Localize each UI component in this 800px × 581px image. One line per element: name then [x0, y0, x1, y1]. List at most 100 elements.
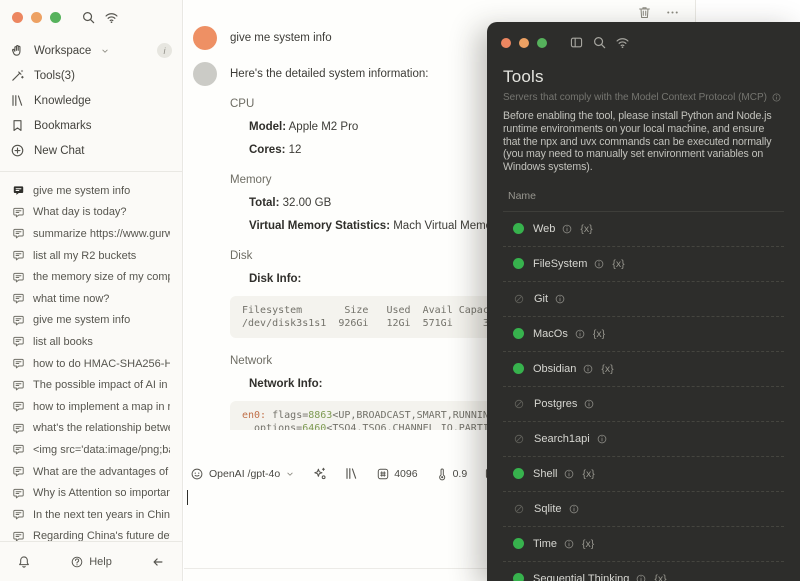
schema-badge: {x} [654, 572, 667, 581]
tool-row[interactable]: Obsidian {x} [503, 352, 784, 387]
chat-history-label: The possible impact of AI in edu... [33, 379, 170, 392]
collapse-sidebar-icon[interactable] [151, 555, 165, 569]
disabled-status-icon [513, 433, 525, 445]
tool-row[interactable]: Search1api [503, 422, 784, 457]
tool-row[interactable]: Postgres [503, 387, 784, 422]
info-icon[interactable] [561, 223, 573, 235]
tools-panel-title: Tools [503, 67, 544, 86]
tools-toggle-button[interactable] [312, 466, 327, 481]
panel-traffic-light-minimize[interactable] [519, 37, 529, 48]
sparkle-icon [312, 466, 327, 481]
model-label: OpenAI /gpt-4o [209, 467, 281, 480]
info-icon[interactable] [563, 468, 575, 480]
model-provider-icon [190, 467, 204, 481]
chat-bubble-icon [12, 314, 25, 327]
info-icon[interactable] [593, 258, 605, 270]
panel-traffic-light-zoom[interactable] [537, 37, 547, 48]
sidebar-item-bookmarks[interactable]: Bookmarks [10, 113, 172, 138]
schema-badge: {x} [580, 222, 593, 235]
info-icon[interactable] [554, 293, 566, 305]
chat-history-item[interactable]: The possible impact of AI in edu... [8, 374, 174, 396]
search-icon[interactable] [81, 10, 96, 25]
chat-bubble-icon [12, 206, 25, 219]
sidebar-item-knowledge[interactable]: Knowledge [10, 88, 172, 113]
tool-row[interactable]: Sequential Thinking {x} [503, 562, 784, 581]
sidebar: Workspace i Tools(3) Knowledge Bookmarks… [0, 0, 183, 581]
panel-search-icon[interactable] [592, 35, 607, 50]
chat-history-item[interactable]: What are the advantages of usi... [8, 461, 174, 483]
info-icon[interactable] [563, 538, 575, 550]
sidebar-item-new-chat[interactable]: New Chat [10, 138, 172, 163]
tool-name: Shell [533, 467, 558, 480]
traffic-light-minimize[interactable] [31, 11, 42, 23]
max-tokens-control[interactable]: 4096 [376, 467, 418, 481]
tool-row[interactable]: Time {x} [503, 527, 784, 562]
chat-history-item[interactable]: Why is Attention so important i... [8, 482, 174, 504]
tool-name: MacOs [533, 327, 568, 340]
sidebar-item-workspace[interactable]: Workspace i [10, 38, 172, 63]
tool-name: FileSystem [533, 257, 588, 270]
chat-history-label: list all books [33, 335, 93, 348]
library-icon [344, 466, 359, 481]
chat-history-label: summarize https://www.gurwi... [33, 227, 170, 240]
chat-bubble-icon [12, 508, 25, 521]
tool-row[interactable]: Shell {x} [503, 457, 784, 492]
chat-bubble-icon [12, 379, 25, 392]
info-icon[interactable] [771, 92, 782, 103]
chat-history-item[interactable]: give me system info [8, 180, 174, 202]
tool-row[interactable]: Sqlite [503, 492, 784, 527]
schema-badge: {x} [601, 362, 614, 375]
chat-history-item[interactable]: how to implement a map in rust? [8, 396, 174, 418]
chat-history-item[interactable]: the memory size of my computer [8, 266, 174, 288]
wifi-icon[interactable] [104, 10, 119, 25]
chat-history-label: Why is Attention so important i... [33, 487, 170, 500]
schema-badge: {x} [582, 537, 595, 550]
chat-history-item[interactable]: In the next ten years in China, w... [8, 504, 174, 526]
tool-row[interactable]: FileSystem {x} [503, 247, 784, 282]
traffic-light-close[interactable] [12, 11, 23, 23]
nav-item-label: Tools(3) [34, 69, 75, 82]
sidebar-toggle-icon[interactable] [569, 35, 584, 50]
chat-history-item[interactable]: what's the relationship between... [8, 418, 174, 440]
traffic-light-zoom[interactable] [50, 11, 61, 23]
sidebar-item-tools[interactable]: Tools(3) [10, 63, 172, 88]
chat-history-item[interactable]: how to do HMAC-SHA256-HEX i... [8, 353, 174, 375]
text-caret [187, 490, 188, 505]
tool-row[interactable]: Web {x} [503, 212, 784, 247]
info-icon[interactable] [574, 328, 586, 340]
chat-bubble-icon [12, 487, 25, 500]
chat-history-item[interactable]: What day is today? [8, 202, 174, 224]
delete-chat-icon[interactable] [637, 5, 652, 20]
info-icon[interactable] [635, 573, 647, 581]
tools-panel-subtitle: Servers that comply with the Model Conte… [503, 92, 784, 103]
notifications-bell-icon[interactable] [17, 555, 31, 569]
nav-item-label: Workspace [34, 44, 92, 57]
chat-history-label: give me system info [33, 314, 131, 327]
tool-row[interactable]: Git [503, 282, 784, 317]
model-selector[interactable]: OpenAI /gpt-4o [190, 467, 295, 481]
tool-name: Web [533, 222, 556, 235]
chevron-down-icon [100, 46, 110, 56]
info-icon[interactable] [582, 363, 594, 375]
help-button[interactable]: Help [70, 555, 112, 569]
tool-row[interactable]: MacOs {x} [503, 317, 784, 352]
chat-history-item[interactable]: what time now? [8, 288, 174, 310]
chat-history-label: list all my R2 buckets [33, 249, 137, 262]
panel-traffic-light-close[interactable] [501, 37, 511, 48]
temperature-control[interactable]: 0.9 [435, 467, 467, 481]
tools-table-body: Web {x} FileSystem {x} Git MacOs {x} Obs… [503, 212, 784, 581]
more-options-icon[interactable] [665, 5, 680, 20]
max-tokens-value: 4096 [394, 467, 418, 480]
chat-history-item[interactable]: summarize https://www.gurwi... [8, 223, 174, 245]
tool-name: Postgres [534, 397, 578, 410]
info-icon[interactable] [568, 503, 580, 515]
chat-history-item[interactable]: list all my R2 buckets [8, 245, 174, 267]
panel-wifi-icon[interactable] [615, 35, 630, 50]
info-icon[interactable] [583, 398, 595, 410]
knowledge-button[interactable] [344, 466, 359, 481]
chat-history-item[interactable]: give me system info [8, 310, 174, 332]
info-icon[interactable] [596, 433, 608, 445]
tools-panel-note: Before enabling the tool, please install… [503, 110, 772, 174]
chat-history-item[interactable]: <img src='data:image/png;bas... [8, 439, 174, 461]
chat-history-item[interactable]: list all books [8, 331, 174, 353]
